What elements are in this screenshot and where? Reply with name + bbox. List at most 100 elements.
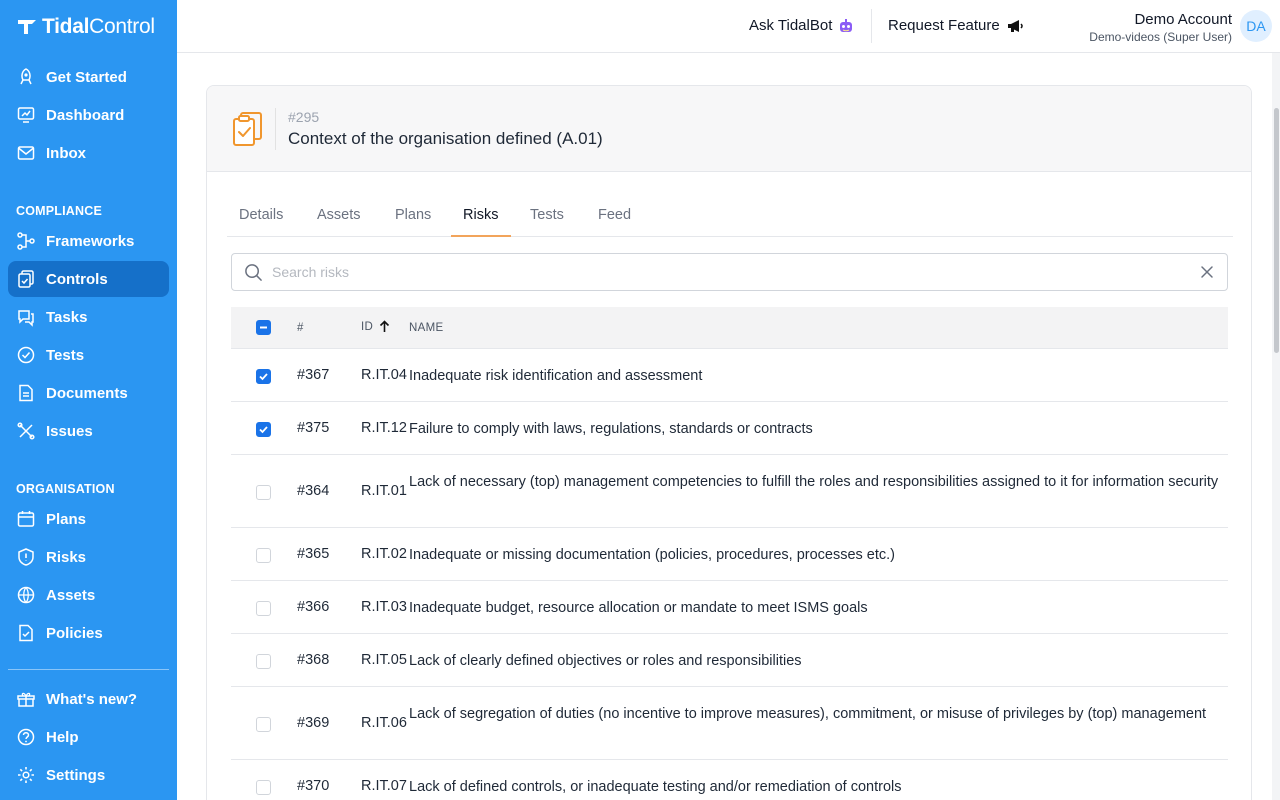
- risk-number: #370: [297, 778, 330, 794]
- sidebar-item-label: Issues: [46, 422, 93, 440]
- table-header: # ID NAME: [231, 307, 1228, 349]
- controls-icon: [18, 270, 34, 288]
- table-row[interactable]: #364 R.IT.01 Lack of necessary (top) manag…: [231, 455, 1228, 528]
- ask-tidalbot-button[interactable]: Ask TidalBot: [749, 17, 854, 34]
- risk-number: #367: [297, 367, 330, 383]
- sidebar-item-tests[interactable]: Tests: [8, 337, 169, 373]
- sidebar-item-label: Frameworks: [46, 232, 135, 250]
- sidebar-item-settings[interactable]: Settings: [8, 757, 169, 793]
- row-checkbox[interactable]: [256, 548, 271, 563]
- sidebar-item-label: Dashboard: [46, 106, 125, 124]
- sidebar-item-inbox[interactable]: Inbox: [8, 135, 169, 171]
- risk-name[interactable]: Lack of segregation of duties (no incent…: [409, 704, 1224, 724]
- search-icon: [245, 264, 262, 281]
- row-checkbox[interactable]: [256, 654, 271, 669]
- risk-name[interactable]: Lack of clearly defined objectives or ro…: [409, 651, 1224, 671]
- risk-name[interactable]: Lack of necessary (top) management compe…: [409, 472, 1224, 492]
- logo-text: TidalControl: [42, 15, 155, 38]
- table-row[interactable]: #369 R.IT.06 Lack of segregation of duties…: [231, 687, 1228, 760]
- risk-number: #364: [297, 483, 330, 499]
- sidebar-item-label: Risks: [46, 548, 87, 566]
- request-feature-button[interactable]: Request Feature: [888, 17, 1024, 34]
- sidebar-item-what-s-new[interactable]: What's new?: [8, 681, 169, 717]
- tab-feed[interactable]: Feed: [598, 207, 631, 223]
- tab-details[interactable]: Details: [239, 207, 283, 223]
- risks-table: # ID NAME #367 R.IT.04 Inadequate risk ide…: [231, 307, 1228, 800]
- table-row[interactable]: #375 R.IT.12 Failure to comply with laws, …: [231, 402, 1228, 455]
- avatar[interactable]: DA: [1240, 10, 1272, 42]
- sidebar-item-label: Tasks: [46, 308, 88, 326]
- risk-name[interactable]: Failure to comply with laws, regulations…: [409, 419, 1224, 439]
- user-name[interactable]: Demo Account: [1134, 11, 1232, 28]
- inbox-icon: [17, 146, 35, 160]
- search-input[interactable]: [272, 262, 1172, 282]
- table-row[interactable]: #367 R.IT.04 Inadequate risk identificatio…: [231, 349, 1228, 402]
- tab-tests[interactable]: Tests: [530, 207, 564, 223]
- whats-new-icon: [17, 692, 35, 707]
- tidalcontrol-logo[interactable]: TidalControl: [16, 15, 155, 38]
- sidebar-item-plans[interactable]: Plans: [8, 501, 169, 537]
- table-row[interactable]: #366 R.IT.03 Inadequate budget, resource a…: [231, 581, 1228, 634]
- sidebar-item-label: Help: [46, 728, 79, 746]
- dashboard-icon: [17, 107, 35, 123]
- scroll-thumb[interactable]: [1274, 108, 1279, 353]
- plans-icon: [17, 511, 35, 527]
- table-row[interactable]: #365 R.IT.02 Inadequate or missing documen…: [231, 528, 1228, 581]
- sidebar-divider: [8, 669, 169, 670]
- risks-icon: [18, 548, 34, 566]
- table-row[interactable]: #368 R.IT.05 Lack of clearly defined objec…: [231, 634, 1228, 687]
- control-title: Context of the organisation defined (A.0…: [288, 129, 603, 148]
- row-checkbox[interactable]: [256, 369, 271, 384]
- risk-id: R.IT.12: [361, 420, 407, 436]
- row-checkbox[interactable]: [256, 601, 271, 616]
- rocket-icon: [20, 68, 32, 85]
- sidebar-item-policies[interactable]: Policies: [8, 615, 169, 651]
- sidebar-item-documents[interactable]: Documents: [8, 375, 169, 411]
- select-all-checkbox[interactable]: [256, 320, 271, 335]
- help-icon: [17, 728, 35, 746]
- table-row[interactable]: #370 R.IT.07 Lack of defined controls, or …: [231, 760, 1228, 800]
- sidebar-item-get-started[interactable]: Get Started: [8, 59, 169, 95]
- risk-id: R.IT.06: [361, 715, 407, 731]
- sidebar-item-tasks[interactable]: Tasks: [8, 299, 169, 335]
- risk-id: R.IT.02: [361, 546, 407, 562]
- row-checkbox[interactable]: [256, 485, 271, 500]
- column-header-num[interactable]: #: [297, 322, 304, 334]
- risk-name[interactable]: Lack of defined controls, or inadequate …: [409, 777, 1224, 797]
- tests-icon: [17, 346, 35, 364]
- risk-id: R.IT.05: [361, 652, 407, 668]
- topbar: Ask TidalBot Request Feature Demo Accoun…: [177, 0, 1280, 53]
- sidebar-item-issues[interactable]: Issues: [8, 413, 169, 449]
- search-box[interactable]: [231, 253, 1228, 291]
- row-checkbox[interactable]: [256, 780, 271, 795]
- sidebar-item-help[interactable]: Help: [8, 719, 169, 755]
- risk-number: #375: [297, 420, 330, 436]
- tab-assets[interactable]: Assets: [317, 207, 361, 223]
- page-scrollbar[interactable]: [1272, 53, 1280, 800]
- control-header: #295 Context of the organisation defined…: [207, 86, 1251, 172]
- sidebar-item-label: Policies: [46, 624, 103, 642]
- sidebar-item-label: Tests: [46, 346, 85, 364]
- header-separator: [275, 108, 276, 150]
- risk-name[interactable]: Inadequate risk identification and asses…: [409, 366, 1224, 386]
- sidebar-item-label: Controls: [46, 270, 108, 288]
- sidebar-item-frameworks[interactable]: Frameworks: [8, 223, 169, 259]
- sidebar-item-dashboard[interactable]: Dashboard: [8, 97, 169, 133]
- sidebar-item-controls[interactable]: Controls: [8, 261, 169, 297]
- risk-name[interactable]: Inadequate or missing documentation (pol…: [409, 545, 1224, 565]
- tasks-icon: [18, 310, 34, 327]
- sidebar-item-label: What's new?: [46, 690, 138, 708]
- risk-id: R.IT.03: [361, 599, 407, 615]
- tab-plans[interactable]: Plans: [395, 207, 431, 223]
- column-header-id[interactable]: ID: [361, 320, 390, 333]
- sidebar-item-risks[interactable]: Risks: [8, 539, 169, 575]
- row-checkbox[interactable]: [256, 422, 271, 437]
- risk-name[interactable]: Inadequate budget, resource allocation o…: [409, 598, 1224, 618]
- column-header-name[interactable]: NAME: [409, 322, 443, 334]
- sidebar-item-assets[interactable]: Assets: [8, 577, 169, 613]
- risk-id: R.IT.01: [361, 483, 407, 499]
- tab-risks[interactable]: Risks: [463, 207, 498, 223]
- clear-search-icon[interactable]: [1199, 264, 1215, 280]
- row-checkbox[interactable]: [256, 717, 271, 732]
- ask-tidalbot-label: Ask TidalBot: [749, 17, 833, 34]
